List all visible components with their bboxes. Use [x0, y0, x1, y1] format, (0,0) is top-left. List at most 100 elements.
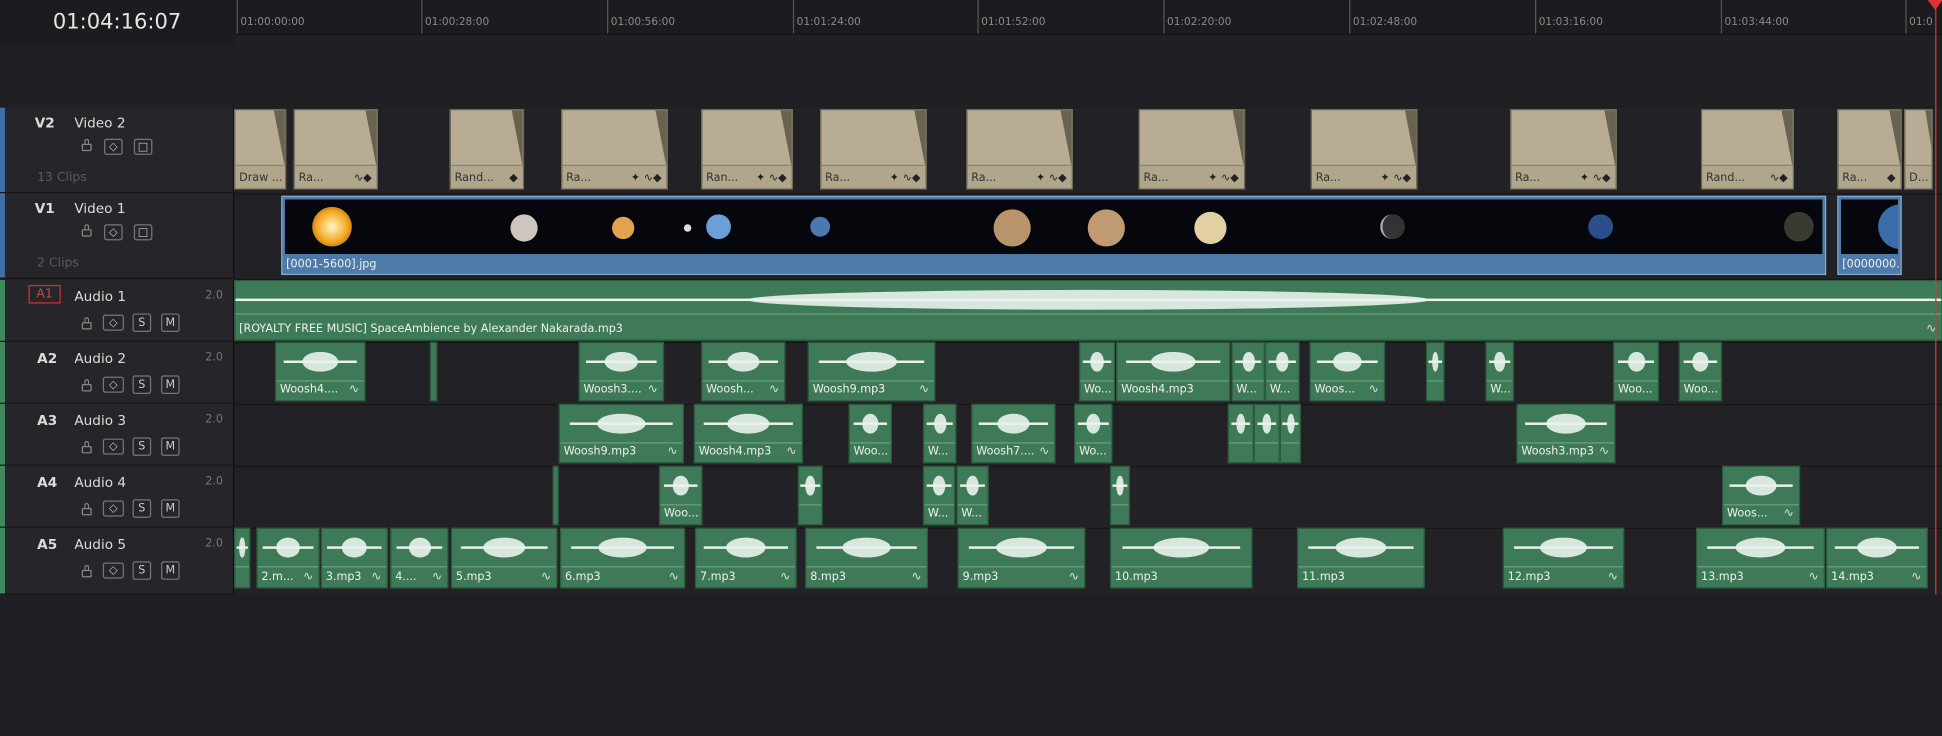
- v2-clip[interactable]: Rand... ◆: [449, 109, 525, 190]
- playhead-line[interactable]: [1935, 0, 1937, 595]
- a5-clip[interactable]: 2.m... ∿: [256, 527, 320, 589]
- a4-clip[interactable]: Woo...: [659, 465, 703, 526]
- a3-clip[interactable]: [1279, 403, 1301, 464]
- solo-button[interactable]: S: [132, 313, 152, 333]
- track-name[interactable]: Video 1: [74, 201, 125, 217]
- lock-icon[interactable]: [81, 564, 92, 578]
- mute-button[interactable]: M: [161, 499, 180, 518]
- auto-select-icon[interactable]: ◇: [104, 224, 123, 241]
- a2-clip[interactable]: Woosh9.mp3 ∿: [807, 341, 936, 402]
- a5-clip[interactable]: 11.mp3: [1297, 527, 1425, 589]
- v2-clip[interactable]: Ra... ✦ ∿◆: [561, 109, 668, 190]
- a3-clip[interactable]: W...: [922, 403, 957, 464]
- a4-clip[interactable]: Woos... ∿: [1722, 465, 1801, 526]
- a2-clip[interactable]: Woos... ∿: [1309, 341, 1386, 402]
- mute-button[interactable]: M: [161, 313, 180, 333]
- mute-button[interactable]: M: [161, 375, 180, 394]
- v2-clip[interactable]: Ra... ✦ ∿◆: [966, 109, 1073, 190]
- track-header-v1[interactable]: V1 Video 1 ◇ □ 2 Clips: [0, 193, 235, 279]
- a2-clip[interactable]: Wo...: [1079, 341, 1116, 402]
- mute-button[interactable]: M: [161, 437, 180, 456]
- track-header-a2[interactable]: A2 Audio 2 2.0 ◇ S M: [0, 341, 235, 404]
- solo-button[interactable]: S: [132, 561, 152, 580]
- a5-clip[interactable]: 3.mp3 ∿: [320, 527, 388, 589]
- v2-clip[interactable]: Ran... ✦ ∿◆: [701, 109, 793, 190]
- mute-button[interactable]: M: [161, 561, 180, 580]
- monitor-icon[interactable]: □: [133, 224, 153, 241]
- track-header-v2[interactable]: V2 Video 2 ◇ □ 13 Clips: [0, 107, 235, 194]
- a5-clip[interactable]: 6.mp3 ∿: [559, 527, 686, 589]
- a5-clip[interactable]: [234, 527, 251, 589]
- a3-clip[interactable]: [1227, 403, 1254, 464]
- track-name[interactable]: Video 2: [74, 115, 125, 131]
- v2-clip[interactable]: Ra... ∿◆: [293, 109, 378, 190]
- track-name[interactable]: Audio 4: [74, 474, 126, 490]
- a4-clip[interactable]: W...: [922, 465, 956, 526]
- v2-clip[interactable]: D...: [1904, 109, 1933, 190]
- a5-clip[interactable]: 9.mp3 ∿: [957, 527, 1086, 589]
- solo-button[interactable]: S: [132, 375, 152, 394]
- auto-select-icon[interactable]: ◇: [102, 500, 124, 517]
- a4-clip[interactable]: [797, 465, 823, 526]
- a3-clip[interactable]: [1253, 403, 1280, 464]
- a5-clip[interactable]: 13.mp3 ∿: [1696, 527, 1825, 589]
- a3-clip[interactable]: Woosh3.mp3 ∿: [1516, 403, 1616, 464]
- a2-clip[interactable]: Woosh3.... ∿: [578, 341, 665, 402]
- a5-clip[interactable]: 7.mp3 ∿: [695, 527, 797, 589]
- playhead-handle[interactable]: [1927, 0, 1942, 10]
- v1-clip[interactable]: [0001-5600].jpg: [281, 195, 1827, 276]
- v2-clip[interactable]: Ra... ✦ ∿◆: [1510, 109, 1617, 190]
- a2-clip[interactable]: W...: [1231, 341, 1265, 402]
- v2-clip[interactable]: Rand... ∿◆: [1701, 109, 1794, 190]
- a5-clip[interactable]: 5.mp3 ∿: [450, 527, 558, 589]
- a3-clip[interactable]: Wo...: [1074, 403, 1113, 464]
- lock-icon[interactable]: [81, 317, 92, 330]
- a5-clip[interactable]: 4.... ∿: [390, 527, 449, 589]
- a1-clip[interactable]: [ROYALTY FREE MUSIC] SpaceAmbience by Al…: [234, 279, 1942, 341]
- v2-clip[interactable]: Ra... ◆: [1837, 109, 1902, 190]
- a5-clip[interactable]: 12.mp3 ∿: [1502, 527, 1625, 589]
- a2-clip[interactable]: [1425, 341, 1445, 402]
- a4-clip[interactable]: [1110, 465, 1130, 526]
- a2-clip[interactable]: W...: [1264, 341, 1300, 402]
- auto-select-icon[interactable]: ◇: [102, 438, 124, 455]
- timeline-ruler[interactable]: 01:00:00:00 01:00:28:00 01:00:56:00 01:0…: [234, 0, 1942, 35]
- solo-button[interactable]: S: [132, 437, 152, 456]
- track-id[interactable]: A1: [28, 284, 61, 304]
- lock-icon[interactable]: [81, 502, 92, 516]
- monitor-icon[interactable]: □: [133, 138, 153, 155]
- v2-clip[interactable]: Ra... ✦ ∿◆: [1138, 109, 1246, 190]
- lock-icon[interactable]: [81, 379, 92, 392]
- a4-clip[interactable]: [552, 465, 559, 526]
- track-name[interactable]: Audio 2: [74, 351, 126, 367]
- track-header-a5[interactable]: A5 Audio 5 2.0 ◇ S M: [0, 527, 235, 595]
- solo-button[interactable]: S: [132, 499, 152, 518]
- track-name[interactable]: Audio 3: [74, 413, 126, 429]
- a2-clip[interactable]: Woosh... ∿: [701, 341, 786, 402]
- a5-clip[interactable]: 8.mp3 ∿: [805, 527, 928, 589]
- auto-select-icon[interactable]: ◇: [102, 562, 124, 579]
- track-name[interactable]: Audio 5: [74, 536, 126, 552]
- a2-clip[interactable]: Woosh4.mp3: [1116, 341, 1231, 402]
- track-header-a4[interactable]: A4 Audio 4 2.0 ◇ S M: [0, 465, 235, 528]
- a2-clip[interactable]: [429, 341, 438, 402]
- a4-clip[interactable]: W...: [956, 465, 989, 526]
- auto-select-icon[interactable]: ◇: [102, 376, 124, 393]
- track-header-a1[interactable]: A1 Audio 1 2.0 ◇ S M: [0, 279, 235, 342]
- auto-select-icon[interactable]: ◇: [104, 138, 123, 155]
- a3-clip[interactable]: Woosh9.mp3 ∿: [558, 403, 684, 464]
- v2-clip[interactable]: Draw ...: [234, 109, 287, 190]
- lock-icon[interactable]: [81, 138, 92, 152]
- a2-clip[interactable]: Woo...: [1613, 341, 1659, 402]
- track-name[interactable]: Audio 1: [74, 289, 126, 305]
- timecode-display[interactable]: 01:04:16:07: [0, 0, 236, 45]
- auto-select-icon[interactable]: ◇: [102, 314, 124, 331]
- v2-clip[interactable]: Ra... ✦ ∿◆: [820, 109, 927, 190]
- a5-clip[interactable]: 10.mp3: [1110, 527, 1253, 589]
- a3-clip[interactable]: Woosh4.mp3 ∿: [693, 403, 803, 464]
- a3-clip[interactable]: Woo...: [848, 403, 893, 464]
- v1-clip[interactable]: [0000000...: [1837, 195, 1902, 276]
- lock-icon[interactable]: [81, 224, 92, 237]
- a2-clip[interactable]: Woo...: [1678, 341, 1723, 402]
- a5-clip[interactable]: 14.mp3 ∿: [1826, 527, 1928, 589]
